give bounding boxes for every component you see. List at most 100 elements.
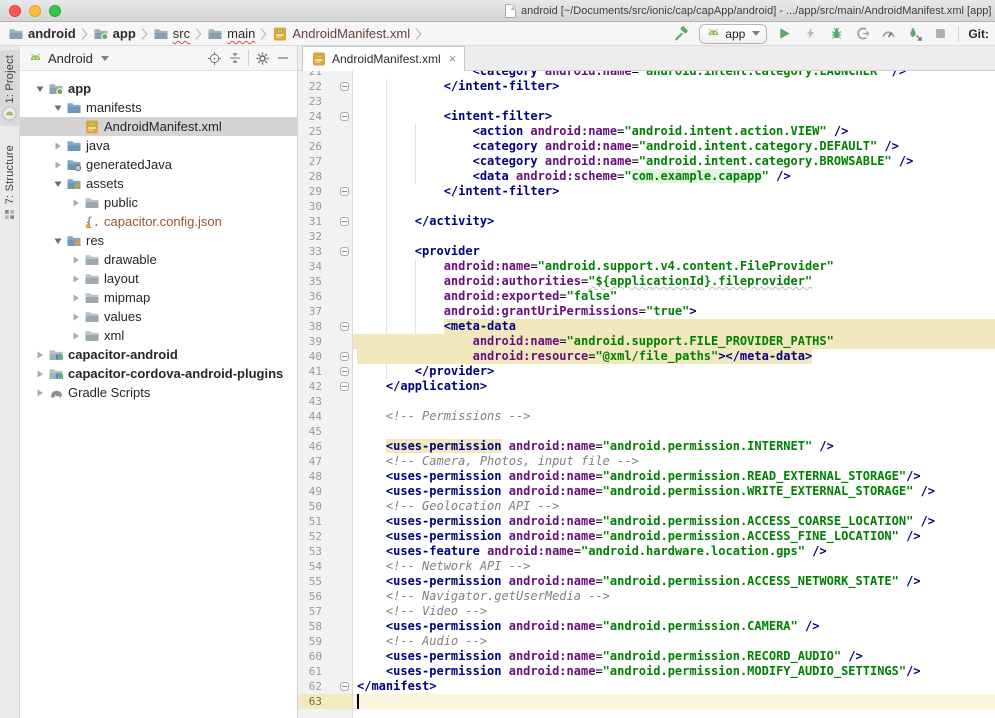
code-line[interactable]: <uses-permission android:name="android.p… — [353, 469, 995, 484]
fold-marker-icon[interactable] — [340, 217, 349, 226]
code-line[interactable]: android:authorities="${applicationId}.fi… — [353, 274, 995, 289]
code-line[interactable] — [353, 199, 995, 214]
line-number[interactable]: 57 — [298, 604, 322, 619]
code-line[interactable]: <!-- Video --> — [353, 604, 995, 619]
tree-item-capacitor-android[interactable]: capacitor-android — [20, 345, 297, 364]
tree-expanded-arrow-icon[interactable] — [52, 179, 64, 189]
line-number[interactable]: 21 — [298, 71, 322, 79]
code-line[interactable] — [353, 394, 995, 409]
tree-item-app[interactable]: app — [20, 79, 297, 98]
code-line[interactable]: <category android:name="android.intent.c… — [353, 154, 995, 169]
code-line[interactable]: </manifest> — [353, 679, 995, 694]
line-number[interactable]: 36 — [298, 289, 322, 304]
fold-marker-icon[interactable] — [340, 682, 349, 691]
code-line[interactable]: <!-- Camera, Photos, input file --> — [353, 454, 995, 469]
code-line[interactable]: </intent-filter> — [353, 79, 995, 94]
build-hammer-icon[interactable] — [673, 25, 690, 42]
breadcrumb-item[interactable]: src — [153, 26, 190, 42]
tree-item-capacitor-config-json[interactable]: {..}capacitor.config.json — [20, 212, 297, 231]
line-number[interactable]: 55 — [298, 574, 322, 589]
line-number[interactable]: 44 — [298, 409, 322, 424]
code-line[interactable]: <category android:name="android.intent.c… — [353, 71, 995, 79]
line-number[interactable]: 53 — [298, 544, 322, 559]
code-line[interactable]: <uses-permission android:name="android.p… — [353, 484, 995, 499]
profiler-icon[interactable] — [880, 25, 897, 42]
tree-item-generatedjava[interactable]: generatedJava — [20, 155, 297, 174]
fold-marker-icon[interactable] — [340, 322, 349, 331]
fold-marker-icon[interactable] — [340, 367, 349, 376]
line-number[interactable]: 22 — [298, 79, 322, 94]
tree-collapsed-arrow-icon[interactable] — [34, 388, 46, 398]
tree-collapsed-arrow-icon[interactable] — [70, 274, 82, 284]
tree-item-mipmap[interactable]: mipmap — [20, 288, 297, 307]
apply-changes-icon[interactable] — [802, 25, 819, 42]
line-number[interactable]: 40 — [298, 349, 322, 364]
line-number[interactable]: 27 — [298, 154, 322, 169]
code-line[interactable]: <uses-permission android:name="android.p… — [353, 514, 995, 529]
tree-item-drawable[interactable]: drawable — [20, 250, 297, 269]
code-line[interactable]: android:name="android.support.FILE_PROVI… — [353, 334, 995, 349]
code-line[interactable]: <uses-permission android:name="android.p… — [353, 529, 995, 544]
fold-marker-icon[interactable] — [340, 187, 349, 196]
hide-panel-icon[interactable] — [275, 50, 291, 66]
line-number[interactable]: 51 — [298, 514, 322, 529]
tree-item-xml[interactable]: xml — [20, 326, 297, 345]
fold-marker-icon[interactable] — [340, 247, 349, 256]
tree-collapsed-arrow-icon[interactable] — [70, 312, 82, 322]
code-line[interactable] — [353, 229, 995, 244]
line-number[interactable]: 52 — [298, 529, 322, 544]
line-number[interactable]: 58 — [298, 619, 322, 634]
tree-collapsed-arrow-icon[interactable] — [34, 369, 46, 379]
attach-debugger-icon[interactable] — [906, 25, 923, 42]
code-line[interactable]: <uses-permission android:name="android.p… — [353, 439, 995, 454]
line-number[interactable]: 46 — [298, 439, 322, 454]
code-line[interactable]: <uses-permission android:name="android.p… — [353, 574, 995, 589]
tree-item-assets[interactable]: assets — [20, 174, 297, 193]
code-line[interactable]: <uses-permission android:name="android.p… — [353, 664, 995, 679]
fold-marker-icon[interactable] — [340, 352, 349, 361]
debug-button[interactable] — [828, 25, 845, 42]
close-window-button[interactable] — [9, 5, 21, 17]
breadcrumb-item[interactable]: app — [93, 26, 136, 42]
tree-collapsed-arrow-icon[interactable] — [52, 141, 64, 151]
tree-item-public[interactable]: public — [20, 193, 297, 212]
code-line[interactable]: <intent-filter> — [353, 109, 995, 124]
tree-collapsed-arrow-icon[interactable] — [70, 198, 82, 208]
run-configuration-selector[interactable]: app — [699, 24, 767, 44]
line-number[interactable]: 61 — [298, 664, 322, 679]
tree-expanded-arrow-icon[interactable] — [52, 103, 64, 113]
tool-window-button--project[interactable]: 1: Project — [0, 50, 19, 126]
tree-item-layout[interactable]: layout — [20, 269, 297, 288]
code-line[interactable]: <!-- Navigator.getUserMedia --> — [353, 589, 995, 604]
line-number[interactable]: 24 — [298, 109, 322, 124]
fold-marker-icon[interactable] — [340, 382, 349, 391]
code-line[interactable]: </provider> — [353, 364, 995, 379]
code-line[interactable]: android:exported="false" — [353, 289, 995, 304]
tree-item-manifests[interactable]: manifests — [20, 98, 297, 117]
tab-androidmanifest[interactable]: AndroidManifest.xml × — [302, 46, 465, 71]
tree-collapsed-arrow-icon[interactable] — [52, 160, 64, 170]
line-number[interactable]: 56 — [298, 589, 322, 604]
code-line[interactable] — [353, 94, 995, 109]
tree-expanded-arrow-icon[interactable] — [52, 236, 64, 246]
fold-marker-icon[interactable] — [340, 82, 349, 91]
locate-file-icon[interactable] — [206, 50, 222, 66]
tree-collapsed-arrow-icon[interactable] — [34, 350, 46, 360]
settings-gear-icon[interactable] — [254, 50, 270, 66]
code-line[interactable]: </activity> — [353, 214, 995, 229]
line-number[interactable]: 33 — [298, 244, 322, 259]
project-view-selector[interactable]: Android — [48, 51, 93, 66]
line-number[interactable]: 28 — [298, 169, 322, 184]
coverage-icon[interactable] — [854, 25, 871, 42]
line-number[interactable]: 48 — [298, 469, 322, 484]
code-line[interactable]: android:resource="@xml/file_paths"></met… — [353, 349, 995, 364]
code-line[interactable]: <action android:name="android.intent.act… — [353, 124, 995, 139]
code-line[interactable]: <category android:name="android.intent.c… — [353, 139, 995, 154]
line-number[interactable]: 50 — [298, 499, 322, 514]
code-line[interactable]: <uses-permission android:name="android.p… — [353, 619, 995, 634]
tree-item-capacitor-cordova-android-plugins[interactable]: capacitor-cordova-android-plugins — [20, 364, 297, 383]
tree-item-java[interactable]: java — [20, 136, 297, 155]
line-number[interactable]: 32 — [298, 229, 322, 244]
code-line[interactable] — [353, 424, 995, 439]
code-line[interactable]: <!-- Permissions --> — [353, 409, 995, 424]
